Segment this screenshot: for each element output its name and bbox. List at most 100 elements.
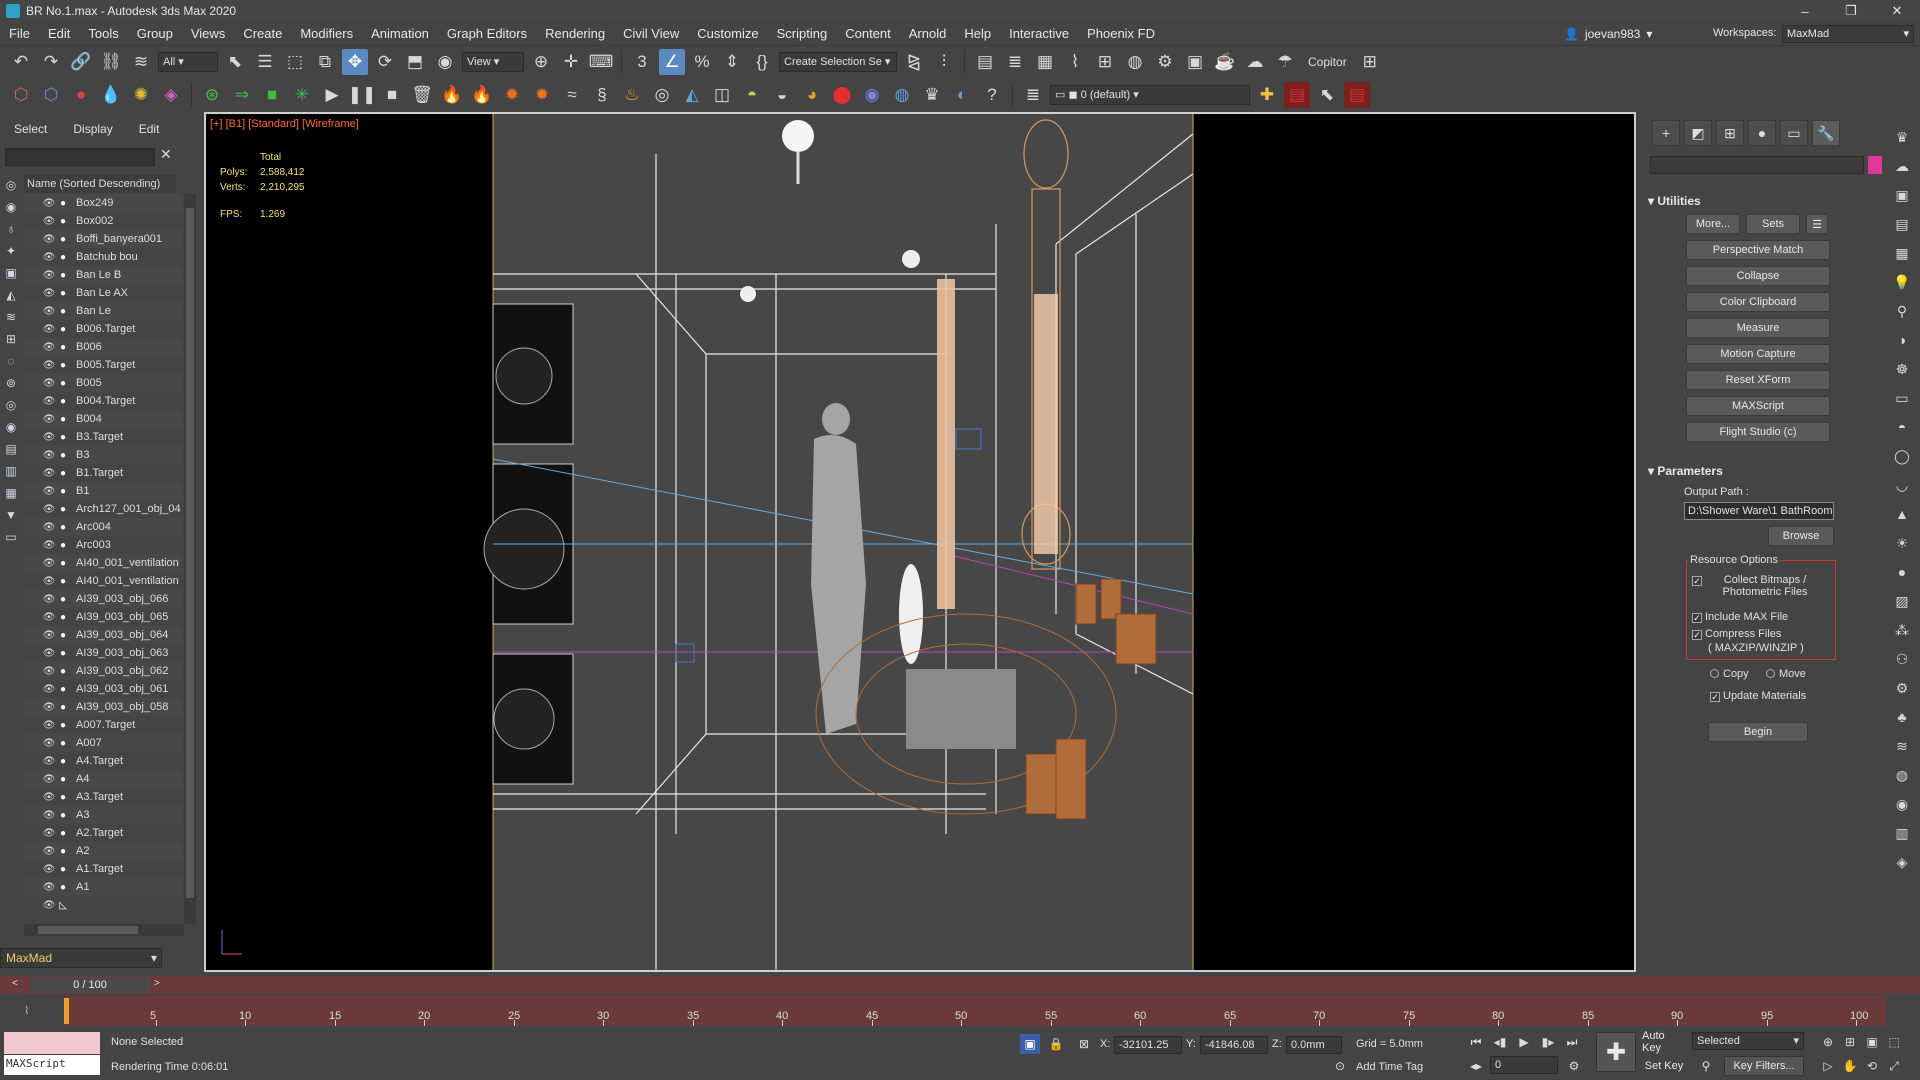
maxscript-button[interactable]: MAXScript [1686, 396, 1830, 416]
hair-icon[interactable]: ≋ [1891, 735, 1913, 757]
workspace-dropdown[interactable]: MaxMad ▾ [1782, 25, 1914, 43]
visibility-eye-icon[interactable]: 👁 [42, 648, 56, 659]
spinner-snap-icon[interactable]: ⇕ [719, 49, 745, 75]
render-toggle-icon[interactable]: ● [56, 540, 70, 551]
explorer-row[interactable]: 👁 ● A4.Target [24, 752, 182, 770]
explorer-row[interactable]: 👁 ● AI40_001_ventilation [24, 554, 182, 572]
explorer-row[interactable]: 👁 ● AI40_001_ventilation [24, 572, 182, 590]
cup-icon[interactable]: ◕ [799, 82, 825, 108]
explorer-row[interactable]: 👁 ● B005 [24, 374, 182, 392]
render-toggle-icon[interactable]: ● [56, 702, 70, 713]
sets-button[interactable]: Sets [1746, 214, 1800, 234]
explorer-row[interactable]: 👁 ● Box002 [24, 212, 182, 230]
render-toggle-icon[interactable]: ● [56, 648, 70, 659]
edit-named-selections-icon[interactable]: {} [749, 49, 775, 75]
render-toggle-icon[interactable]: ● [56, 756, 70, 767]
browse-button[interactable]: Browse [1768, 526, 1834, 546]
splash-icon[interactable]: ◒ [769, 82, 795, 108]
render-toggle-icon[interactable]: ● [56, 558, 70, 569]
visibility-eye-icon[interactable]: 👁 [42, 666, 56, 677]
reference-coord-dropdown[interactable]: View ▾ [462, 52, 524, 72]
wind-icon[interactable]: ≈ [559, 82, 585, 108]
object-color-swatch[interactable] [1868, 156, 1882, 174]
render-toggle-icon[interactable]: ● [56, 684, 70, 695]
render-active-icon[interactable]: ☂ [1272, 49, 1298, 75]
shader-icon[interactable]: ◍ [1891, 764, 1913, 786]
viewport-label[interactable]: [+] [B1] [Standard] [Wireframe] [210, 118, 359, 130]
utilities-tab-icon[interactable]: 🔧 [1812, 120, 1840, 146]
copitor-icon[interactable]: ⊞ [1357, 49, 1383, 75]
copitor-label[interactable]: Copitor [1302, 55, 1353, 69]
visibility-eye-icon[interactable]: 👁 [42, 900, 56, 911]
align-icon[interactable]: ⫶ [931, 49, 957, 75]
visibility-eye-icon[interactable]: 👁 [42, 702, 56, 713]
maxscript-mini-listener[interactable]: MAXScript [4, 1055, 100, 1075]
menu-arnold[interactable]: Arnold [900, 26, 956, 41]
schematic-view-icon[interactable]: ⊞ [1092, 49, 1118, 75]
mini-curve-editor-icon[interactable]: ⌇ [24, 1004, 29, 1017]
teapot-icon[interactable]: ♛ [1891, 126, 1913, 148]
utilities-rollout-title[interactable]: ▾ Utilities [1648, 194, 1701, 208]
menu-customize[interactable]: Customize [688, 26, 767, 41]
visibility-eye-icon[interactable]: 👁 [42, 450, 56, 461]
visibility-eye-icon[interactable]: 👁 [42, 504, 56, 515]
perspective-match-button[interactable]: Perspective Match [1686, 240, 1830, 260]
object-name-field[interactable] [1650, 156, 1864, 174]
redo-icon[interactable]: ↷ [38, 49, 64, 75]
percent-snap-icon[interactable]: % [689, 49, 715, 75]
move-radio[interactable]: Move [1766, 668, 1806, 680]
visibility-eye-icon[interactable]: 👁 [42, 720, 56, 731]
scrollbar-thumb[interactable] [38, 926, 138, 934]
toggle-ribbon-icon[interactable]: ▦ [1032, 49, 1058, 75]
menu-edit[interactable]: Edit [39, 26, 79, 41]
frame-buffer-icon[interactable]: ▦ [1891, 242, 1913, 264]
render-toggle-icon[interactable]: ● [56, 396, 70, 407]
rendered-frame-icon[interactable]: ▣ [1182, 49, 1208, 75]
explorer-row[interactable]: 👁 ● A1.Target [24, 860, 182, 878]
explorer-row[interactable]: 👁 ● B3 [24, 446, 182, 464]
explorer-row[interactable]: 👁 ● A007 [24, 734, 182, 752]
select-scale-icon[interactable]: ⬒ [402, 49, 428, 75]
next-frame-icon[interactable]: ▮▸ [1538, 1032, 1558, 1052]
particles-filter-icon[interactable]: ◎ [2, 396, 20, 414]
globe-icon[interactable]: ◉ [1891, 793, 1913, 815]
visibility-eye-icon[interactable]: 👁 [42, 540, 56, 551]
explorer-row[interactable]: 👁 ● A1 [24, 878, 182, 896]
plant-icon[interactable]: ♣ [1891, 706, 1913, 728]
explorer-hscrollbar[interactable] [24, 924, 184, 936]
motion-tab-icon[interactable]: ● [1748, 120, 1776, 146]
render-toggle-icon[interactable]: ● [56, 864, 70, 875]
explorer-search-input[interactable] [5, 148, 155, 166]
visibility-eye-icon[interactable]: 👁 [42, 882, 56, 893]
add-to-layer-icon[interactable]: ✚ [1254, 82, 1280, 108]
zoom-extents-icon[interactable]: ▣ [1862, 1032, 1882, 1052]
visibility-eye-icon[interactable]: 👁 [42, 198, 56, 209]
maxscript-listener-input[interactable] [4, 1032, 100, 1054]
key-filters-button[interactable]: Key Filters... [1724, 1056, 1804, 1076]
explorer-row[interactable]: 👁 ● B1 [24, 482, 182, 500]
next-frame-arrow-icon[interactable]: > [154, 978, 160, 989]
particle-icon[interactable]: ⁂ [1891, 619, 1913, 641]
menu-group[interactable]: Group [128, 26, 182, 41]
glass-icon[interactable]: ◫ [709, 82, 735, 108]
play-simulation-icon[interactable]: ▶ [319, 82, 345, 108]
material-sphere-icon[interactable]: ◉ [859, 82, 885, 108]
time-config-icon[interactable]: ⚙ [1564, 1056, 1584, 1076]
render-toggle-icon[interactable]: ● [56, 324, 70, 335]
layer-freeze-icon[interactable]: ▤ [1344, 82, 1370, 108]
explorer-row[interactable]: 👁 ● Ban Le AX [24, 284, 182, 302]
layers-icon[interactable]: ▥ [1891, 822, 1913, 844]
selection-filter-dropdown[interactable]: All ▾ [158, 52, 218, 72]
bones-filter-icon[interactable]: ⊚ [2, 374, 20, 392]
flight-studio-button[interactable]: Flight Studio (c) [1686, 422, 1830, 442]
ring-icon[interactable]: ◯ [1891, 445, 1913, 467]
explorer-row[interactable]: 👁 ● B1.Target [24, 464, 182, 482]
menu-modifiers[interactable]: Modifiers [291, 26, 362, 41]
hatch-icon[interactable]: ▨ [1891, 590, 1913, 612]
render-toggle-icon[interactable]: ● [56, 522, 70, 533]
red-sphere-icon[interactable]: ⬤ [829, 82, 855, 108]
zoom-extents-all-icon[interactable]: ⬚ [1884, 1032, 1904, 1052]
bowl-icon[interactable]: ◡ [1891, 474, 1913, 496]
minimize-button[interactable]: – [1782, 0, 1828, 22]
set-key-big-icon[interactable]: ✚ [1596, 1032, 1636, 1072]
